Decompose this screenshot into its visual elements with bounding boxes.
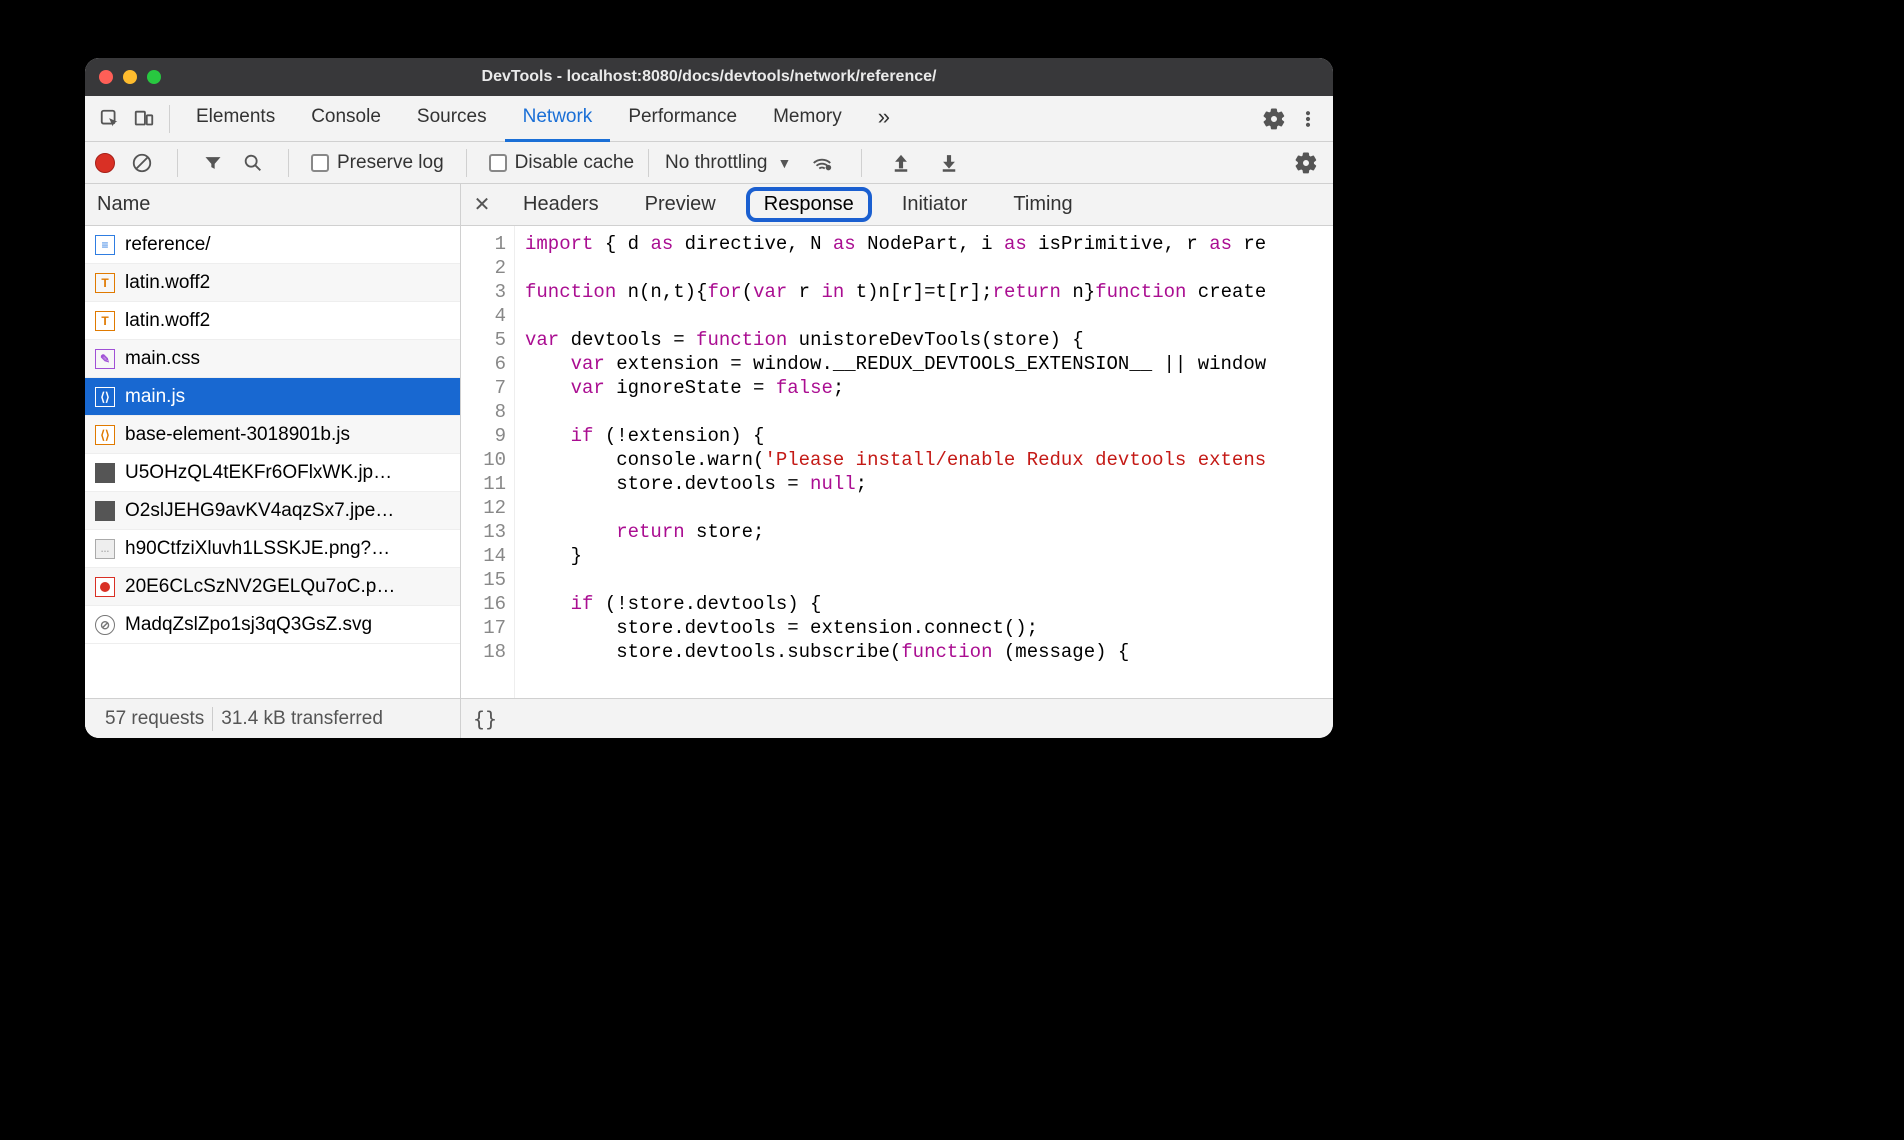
request-name: latin.woff2: [125, 272, 210, 294]
settings-gear-icon[interactable]: [1257, 102, 1291, 136]
code-content: import { d as directive, N as NodePart, …: [515, 226, 1333, 698]
requests-count: 57 requests: [97, 708, 212, 730]
font-icon: T: [95, 273, 115, 293]
png-icon: …: [95, 539, 115, 559]
devtools-window: DevTools - localhost:8080/docs/devtools/…: [85, 58, 1333, 738]
tab-sources[interactable]: Sources: [399, 96, 505, 142]
doc-icon: ≡: [95, 235, 115, 255]
checkbox-icon: [311, 154, 329, 172]
more-tabs-button[interactable]: »: [860, 96, 908, 142]
clear-icon[interactable]: [129, 146, 155, 180]
inspect-element-icon[interactable]: [93, 102, 127, 136]
requests-list: ≡reference/Tlatin.woff2Tlatin.woff2✎main…: [85, 226, 460, 698]
request-row[interactable]: ⟨⟩ base-element-3018901b.js: [85, 416, 460, 454]
font-icon: T: [95, 311, 115, 331]
search-icon[interactable]: [240, 146, 266, 180]
throttling-dropdown[interactable]: No throttling ▼: [648, 149, 791, 177]
request-row[interactable]: ≡ reference/: [85, 226, 460, 264]
detail-tabs: Headers Preview Response Initiator Timing: [507, 187, 1089, 222]
divider: [169, 105, 170, 133]
tab-network[interactable]: Network: [505, 96, 611, 142]
upload-har-icon[interactable]: [884, 146, 918, 180]
kebab-menu-icon[interactable]: [1291, 102, 1325, 136]
request-name: base-element-3018901b.js: [125, 424, 350, 446]
request-name: O2slJEHG9avKV4aqzSx7.jpe…: [125, 500, 394, 522]
minimize-window-button[interactable]: [123, 70, 137, 84]
zoom-window-button[interactable]: [147, 70, 161, 84]
request-row[interactable]: ✎ main.css: [85, 340, 460, 378]
close-detail-icon[interactable]: ✕: [467, 190, 497, 220]
requests-pane: Name ≡reference/Tlatin.woff2Tlatin.woff2…: [85, 184, 461, 738]
tab-memory[interactable]: Memory: [755, 96, 860, 142]
detail-tab-timing[interactable]: Timing: [997, 189, 1088, 220]
filter-icon[interactable]: [200, 146, 226, 180]
red-icon: [95, 577, 115, 597]
disable-cache-checkbox[interactable]: Disable cache: [489, 152, 634, 174]
device-toolbar-icon[interactable]: [127, 102, 161, 136]
detail-tab-headers[interactable]: Headers: [507, 189, 615, 220]
preserve-log-label: Preserve log: [337, 152, 444, 174]
checkbox-icon: [489, 154, 507, 172]
main-split: Name ≡reference/Tlatin.woff2Tlatin.woff2…: [85, 184, 1333, 738]
request-name: MadqZslZpo1sj3qQ3GsZ.svg: [125, 614, 372, 636]
detail-tab-initiator[interactable]: Initiator: [886, 189, 984, 220]
main-tabs-bar: ElementsConsoleSourcesNetworkPerformance…: [85, 96, 1333, 142]
name-column-header[interactable]: Name: [85, 184, 460, 226]
css-icon: ✎: [95, 349, 115, 369]
request-row[interactable]: ⟨⟩ main.js: [85, 378, 460, 416]
download-har-icon[interactable]: [932, 146, 966, 180]
chevron-down-icon: ▼: [777, 155, 791, 171]
img-icon: [95, 501, 115, 521]
request-name: U5OHzQL4tEKFr6OFlxWK.jp…: [125, 462, 392, 484]
request-row[interactable]: U5OHzQL4tEKFr6OFlxWK.jp…: [85, 454, 460, 492]
response-code-area[interactable]: 1 2 3 4 5 6 7 8 9 10 11 12 13 14 15 16 1…: [461, 226, 1333, 698]
js-icon: ⟨⟩: [95, 387, 115, 407]
divider: [861, 149, 862, 177]
disable-cache-label: Disable cache: [515, 152, 634, 174]
line-gutter: 1 2 3 4 5 6 7 8 9 10 11 12 13 14 15 16 1…: [461, 226, 515, 698]
network-toolbar: Preserve log Disable cache No throttling…: [85, 142, 1333, 184]
svg-icon: ⊘: [95, 615, 115, 635]
preserve-log-checkbox[interactable]: Preserve log: [311, 152, 444, 174]
divider: [466, 149, 467, 177]
divider: [177, 149, 178, 177]
request-row[interactable]: Tlatin.woff2: [85, 302, 460, 340]
request-name: reference/: [125, 234, 211, 256]
pretty-print-button[interactable]: {}: [473, 707, 497, 731]
img-icon: [95, 463, 115, 483]
network-settings-gear-icon[interactable]: [1289, 146, 1323, 180]
close-window-button[interactable]: [99, 70, 113, 84]
js-icon: ⟨⟩: [95, 425, 115, 445]
tab-elements[interactable]: Elements: [178, 96, 293, 142]
detail-tab-response[interactable]: Response: [746, 187, 872, 222]
tab-performance[interactable]: Performance: [610, 96, 755, 142]
request-name: h90CtfziXluvh1LSSKJE.png?…: [125, 538, 390, 560]
request-name: main.js: [125, 386, 185, 408]
request-name: 20E6CLcSzNV2GELQu7oC.p…: [125, 576, 395, 598]
traffic-lights: [99, 70, 161, 84]
transferred-size: 31.4 kB transferred: [213, 708, 391, 730]
tab-console[interactable]: Console: [293, 96, 399, 142]
request-name: main.css: [125, 348, 200, 370]
request-row[interactable]: O2slJEHG9avKV4aqzSx7.jpe…: [85, 492, 460, 530]
pretty-print-bar: {}: [461, 698, 1333, 738]
detail-tab-preview[interactable]: Preview: [629, 189, 732, 220]
record-button[interactable]: [95, 153, 115, 173]
request-name: latin.woff2: [125, 310, 210, 332]
request-row[interactable]: 20E6CLcSzNV2GELQu7oC.p…: [85, 568, 460, 606]
titlebar: DevTools - localhost:8080/docs/devtools/…: [85, 58, 1333, 96]
window-title: DevTools - localhost:8080/docs/devtools/…: [85, 68, 1333, 86]
main-tabs: ElementsConsoleSourcesNetworkPerformance…: [178, 96, 860, 142]
request-row[interactable]: ⊘ MadqZslZpo1sj3qQ3GsZ.svg: [85, 606, 460, 644]
network-conditions-icon[interactable]: [805, 146, 839, 180]
network-status-bar: 57 requests 31.4 kB transferred: [85, 698, 460, 738]
request-row[interactable]: Tlatin.woff2: [85, 264, 460, 302]
divider: [288, 149, 289, 177]
request-row[interactable]: … h90CtfziXluvh1LSSKJE.png?…: [85, 530, 460, 568]
detail-tabs-bar: ✕ Headers Preview Response Initiator Timing: [461, 184, 1333, 226]
throttling-value: No throttling: [665, 152, 767, 174]
detail-pane: ✕ HeadersPreviewResponseInitiatorTiming …: [461, 184, 1333, 738]
